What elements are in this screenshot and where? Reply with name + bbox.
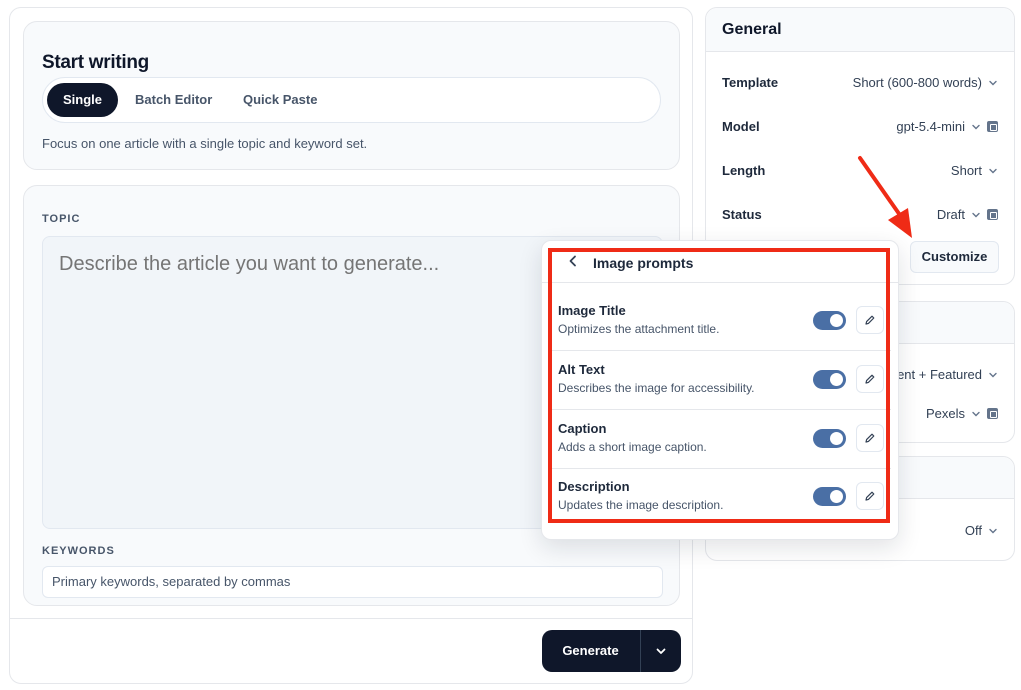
generate-options-button[interactable] xyxy=(641,630,681,672)
mode-tabs: Single Batch Editor Quick Paste xyxy=(42,77,661,123)
chevron-down-icon xyxy=(656,648,666,654)
edit-alt-text-button[interactable] xyxy=(856,365,884,393)
customize-button[interactable]: Customize xyxy=(910,241,999,273)
edit-description-button[interactable] xyxy=(856,482,884,510)
model-select[interactable]: gpt-5.4-mini xyxy=(896,119,998,134)
description-toggle[interactable] xyxy=(813,487,846,506)
annotation-arrow-icon xyxy=(858,156,912,238)
setting-value: Short (600-800 words) xyxy=(852,75,982,90)
tab-quick-paste[interactable]: Quick Paste xyxy=(243,83,317,117)
keywords-input[interactable]: Primary keywords, separated by commas xyxy=(42,566,663,598)
pencil-icon xyxy=(865,433,875,443)
chevron-down-icon xyxy=(989,372,997,377)
setting-value: Pexels xyxy=(925,406,965,421)
setting-template[interactable]: Template Short (600-800 words) xyxy=(722,72,998,92)
setting-value: Draft xyxy=(936,207,965,222)
chevron-left-icon[interactable] xyxy=(566,254,580,268)
popup-header: Image prompts xyxy=(542,241,898,283)
chevron-down-icon xyxy=(972,124,980,129)
template-select[interactable]: Short (600-800 words) xyxy=(853,75,998,90)
length-select[interactable]: Short xyxy=(951,163,998,178)
prompt-row-caption: Caption Adds a short image caption. xyxy=(550,410,891,469)
pencil-icon xyxy=(865,315,875,325)
tab-single[interactable]: Single xyxy=(47,83,119,117)
generate-button-group: Generate xyxy=(542,630,681,672)
setting-label: Length xyxy=(722,163,766,178)
chevron-down-icon xyxy=(972,411,980,416)
toggle-knob xyxy=(830,373,843,386)
keywords-label: KEYWORDS xyxy=(42,545,115,557)
edit-caption-button[interactable] xyxy=(856,424,884,452)
chevron-down-icon xyxy=(989,80,997,85)
settings-icon[interactable] xyxy=(987,121,998,132)
image-placement-select[interactable]: ent + Featured xyxy=(897,367,998,382)
topic-label: TOPIC xyxy=(42,213,81,225)
alt-text-toggle[interactable] xyxy=(813,370,846,389)
prompt-title: Description xyxy=(558,479,630,494)
chevron-down-icon xyxy=(972,212,980,217)
prompt-row-image-title: Image Title Optimizes the attachment tit… xyxy=(550,292,891,351)
toggle-knob xyxy=(830,490,843,503)
prompt-description: Updates the image description. xyxy=(558,498,724,512)
footer-divider xyxy=(10,618,692,619)
chevron-down-icon xyxy=(989,528,997,533)
start-writing-card: Start writing Single Batch Editor Quick … xyxy=(23,21,680,170)
status-select[interactable]: Draft xyxy=(937,207,998,222)
chevron-down-icon xyxy=(989,168,997,173)
general-title: General xyxy=(706,8,1014,52)
setting-label: Model xyxy=(722,119,760,134)
setting-value: ent + Featured xyxy=(897,367,982,382)
setting-value: Short xyxy=(950,163,982,178)
image-source-select[interactable]: Pexels xyxy=(926,406,998,421)
prompt-title: Alt Text xyxy=(558,362,605,377)
page-title: Start writing xyxy=(42,52,149,73)
toggle-knob xyxy=(830,432,843,445)
prompt-description: Adds a short image caption. xyxy=(558,440,707,454)
prompt-title: Caption xyxy=(558,421,607,436)
setting-label: Status xyxy=(722,207,762,222)
setting-model[interactable]: Model gpt-5.4-mini xyxy=(722,116,998,136)
edit-image-title-button[interactable] xyxy=(856,306,884,334)
mode-description: Focus on one article with a single topic… xyxy=(42,136,368,151)
pencil-icon xyxy=(865,491,875,501)
setting-label: Template xyxy=(722,75,779,90)
image-prompts-popup: Image prompts Image Title Optimizes the … xyxy=(541,240,899,540)
option-select[interactable]: Off xyxy=(965,523,998,538)
prompt-description: Optimizes the attachment title. xyxy=(558,322,720,336)
prompt-title: Image Title xyxy=(558,303,626,318)
image-title-toggle[interactable] xyxy=(813,311,846,330)
tab-batch-editor[interactable]: Batch Editor xyxy=(135,83,212,117)
prompt-description: Describes the image for accessibility. xyxy=(558,381,755,395)
prompt-row-description: Description Updates the image descriptio… xyxy=(550,468,891,527)
setting-value: gpt-5.4-mini xyxy=(896,119,965,134)
setting-value: Off xyxy=(964,523,982,538)
prompt-row-alt-text: Alt Text Describes the image for accessi… xyxy=(550,351,891,410)
settings-icon[interactable] xyxy=(987,408,998,419)
toggle-knob xyxy=(830,314,843,327)
settings-icon[interactable] xyxy=(987,209,998,220)
popup-title: Image prompts xyxy=(593,255,694,271)
caption-toggle[interactable] xyxy=(813,429,846,448)
pencil-icon xyxy=(865,374,875,384)
generate-button[interactable]: Generate xyxy=(542,630,639,672)
